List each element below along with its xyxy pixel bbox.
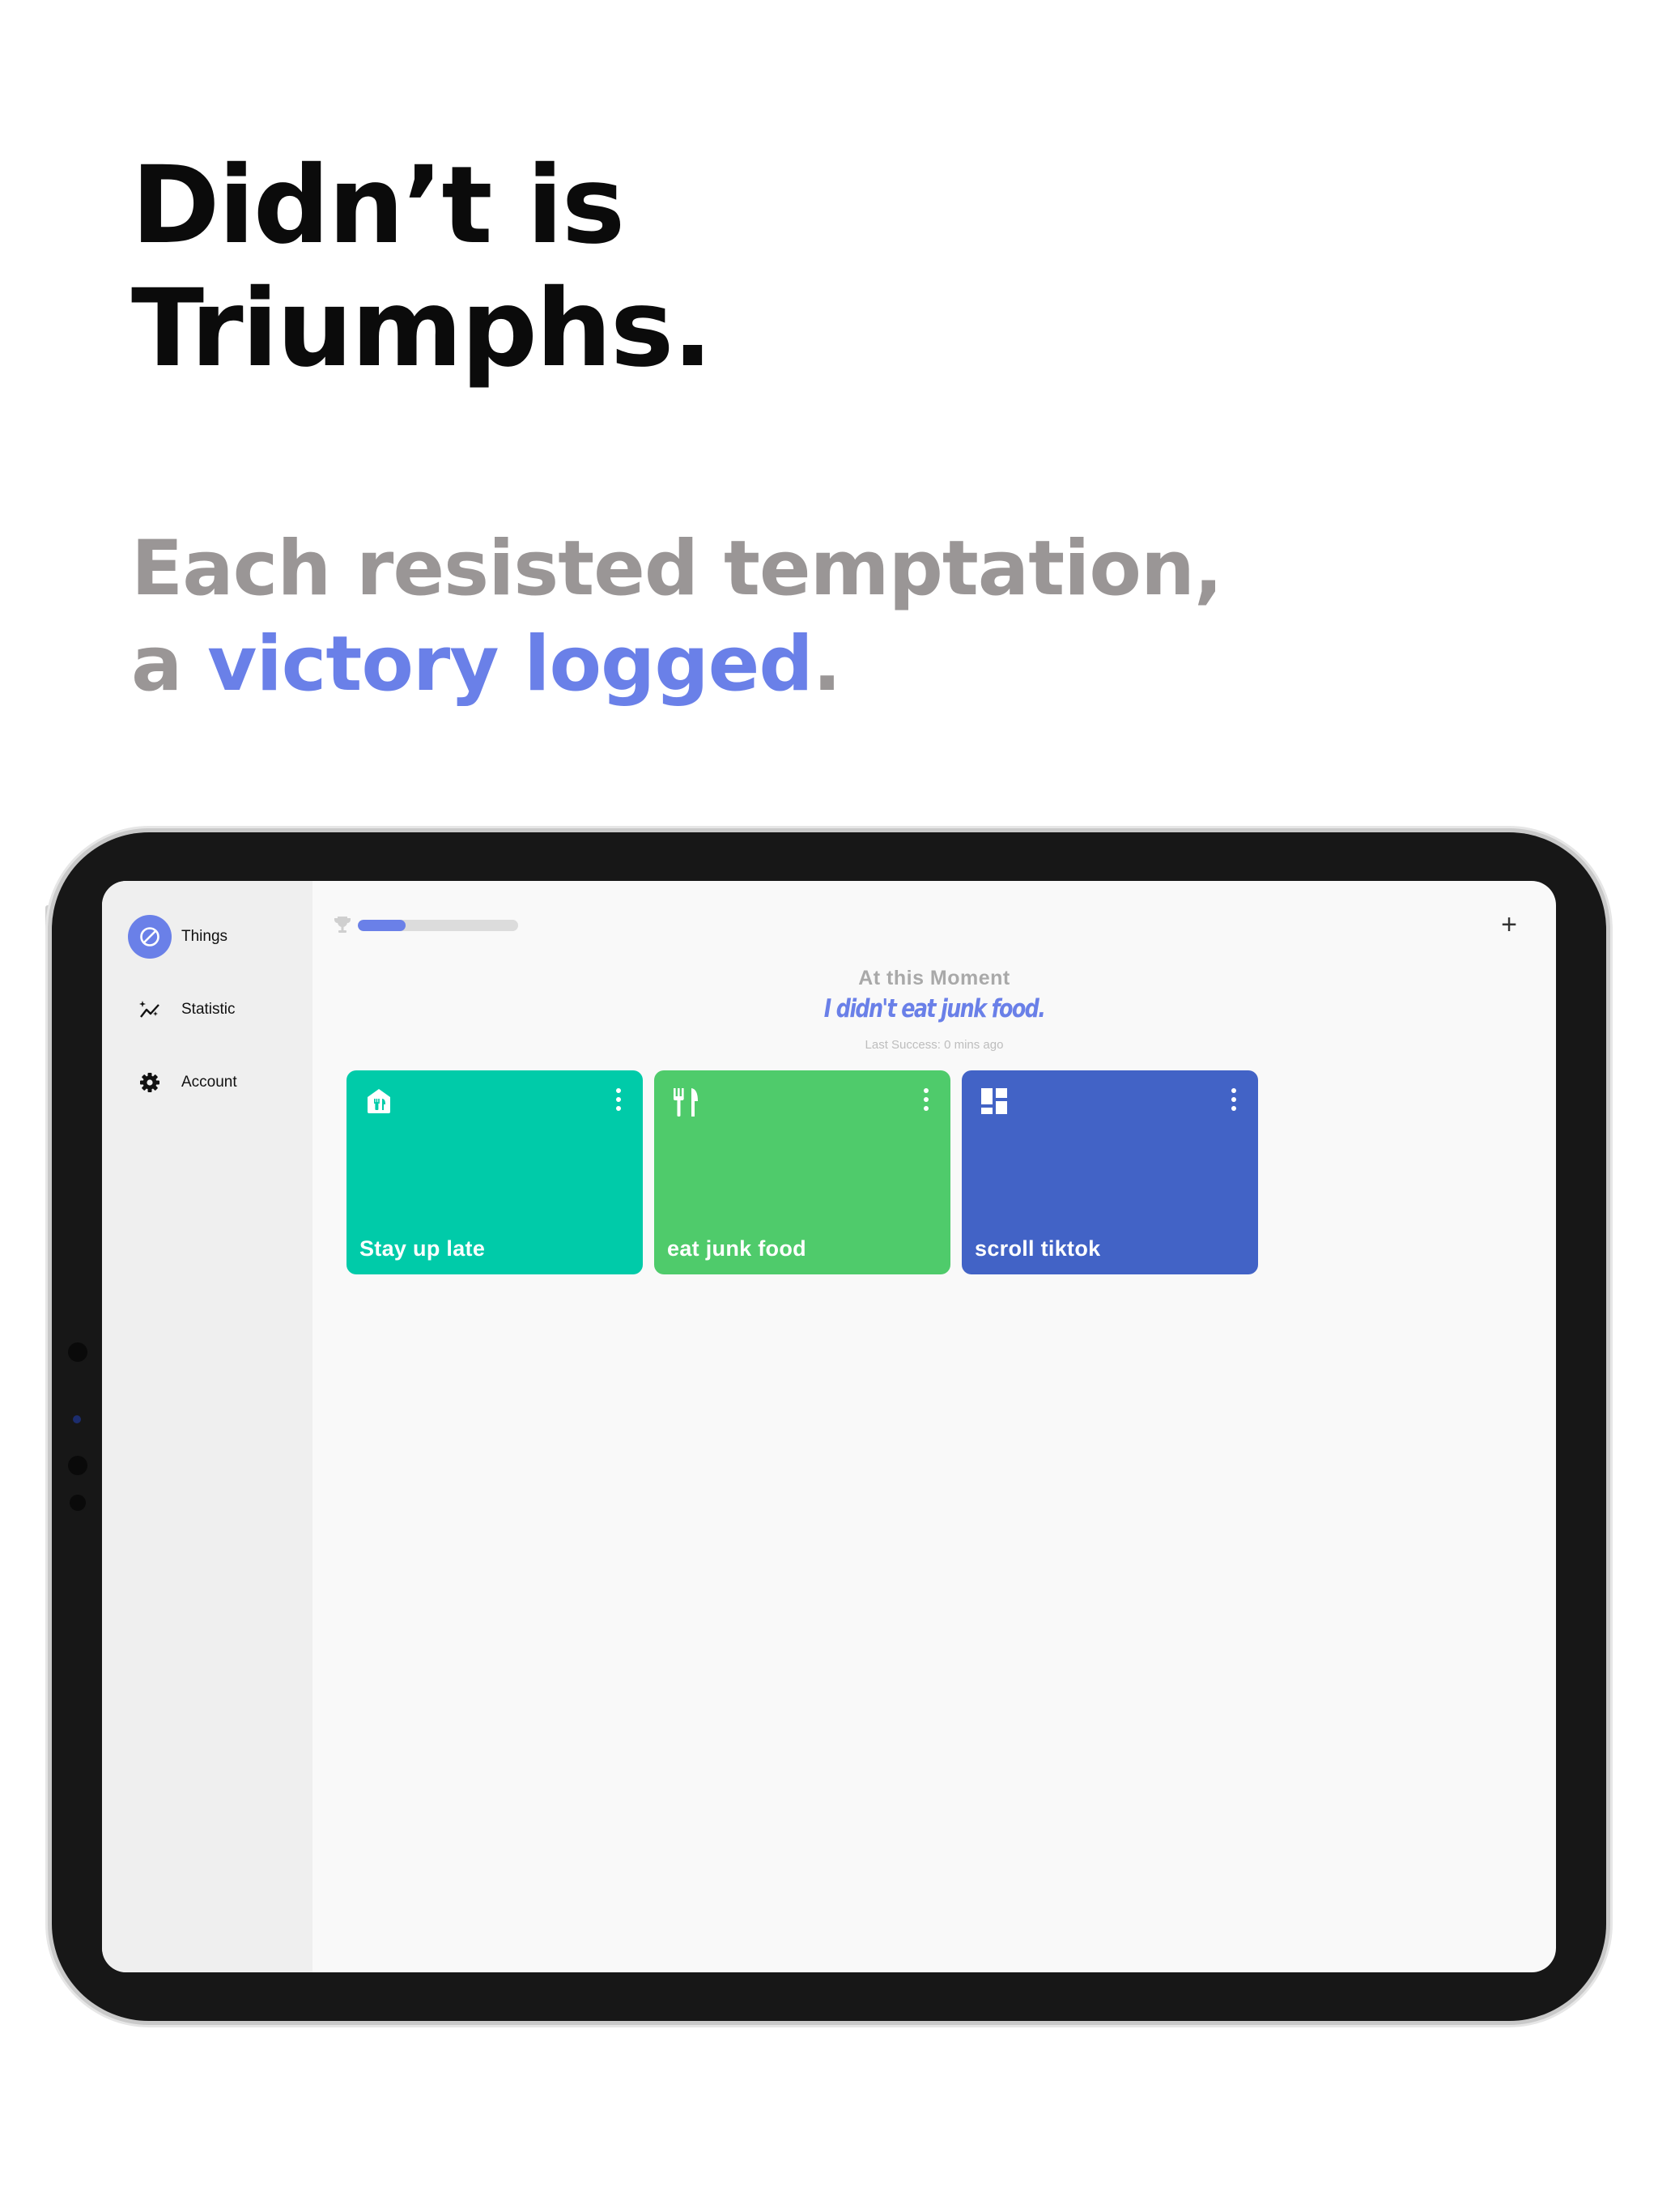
sidebar-item-label: Statistic — [181, 1001, 236, 1018]
device-top-button-2 — [225, 826, 282, 831]
sparkle-chart-icon — [128, 988, 172, 1032]
moment-quote: I didn't eat junk food. — [823, 994, 1046, 1023]
sidebar-item-account[interactable]: Account — [128, 1061, 298, 1104]
promo-subline-period: . — [812, 620, 842, 708]
sidebar-item-things[interactable]: Things — [128, 915, 298, 959]
house-food-icon — [364, 1087, 393, 1116]
device-side-button — [45, 905, 50, 970]
habit-card-scroll-tiktok[interactable]: scroll tiktok — [962, 1070, 1258, 1274]
ipad-frame: 9:50 AM Wed Jul 19 Things Statistic — [52, 832, 1606, 2021]
progress-bar — [358, 920, 518, 931]
card-label: scroll tiktok — [975, 1236, 1101, 1261]
fork-knife-icon — [672, 1087, 701, 1117]
promo-headline: Didn’t is Triumphs. — [131, 143, 713, 391]
gear-icon — [128, 1061, 172, 1104]
device-camera — [68, 1456, 87, 1475]
promo-headline-line2: Triumphs. — [131, 266, 713, 391]
status-bar: 9:50 AM Wed Jul 19 — [102, 881, 1556, 894]
device-top-button-1 — [159, 826, 215, 831]
habit-card-stay-up-late[interactable]: Stay up late — [346, 1070, 643, 1274]
block-icon — [128, 915, 172, 959]
promo-subline: Each resisted temptation, a victory logg… — [131, 521, 1223, 713]
sidebar-item-statistic[interactable]: Statistic — [128, 988, 298, 1032]
promo-subline-line1: Each resisted temptation, — [131, 525, 1223, 613]
promo-subline-accent: victory logged — [207, 620, 814, 708]
card-more-button[interactable] — [1229, 1088, 1239, 1116]
dashboard-icon — [980, 1087, 1009, 1116]
last-success-text: Last Success: 0 mins ago — [865, 1038, 1004, 1052]
trophy-icon — [334, 915, 351, 938]
card-more-button[interactable] — [921, 1088, 931, 1116]
device-sensor-2 — [73, 1415, 81, 1423]
add-button[interactable]: + — [1493, 908, 1525, 941]
sidebar-item-label: Account — [181, 1074, 237, 1091]
sidebar-item-label: Things — [181, 928, 228, 945]
promo-subline-prefix: a — [131, 620, 208, 708]
card-label: Stay up late — [359, 1236, 486, 1261]
card-more-button[interactable] — [614, 1088, 623, 1116]
habit-card-eat-junk-food[interactable]: eat junk food — [654, 1070, 950, 1274]
app-screen: 9:50 AM Wed Jul 19 Things Statistic — [102, 881, 1556, 1972]
progress-bar-fill — [358, 920, 406, 931]
card-label: eat junk food — [667, 1236, 806, 1261]
device-sensor-3 — [70, 1495, 86, 1511]
device-sensor-1 — [68, 1342, 87, 1362]
moment-title: At this Moment — [858, 967, 1010, 989]
sidebar: Things Statistic Account — [102, 881, 312, 1972]
promo-headline-line1: Didn’t is — [131, 143, 625, 268]
